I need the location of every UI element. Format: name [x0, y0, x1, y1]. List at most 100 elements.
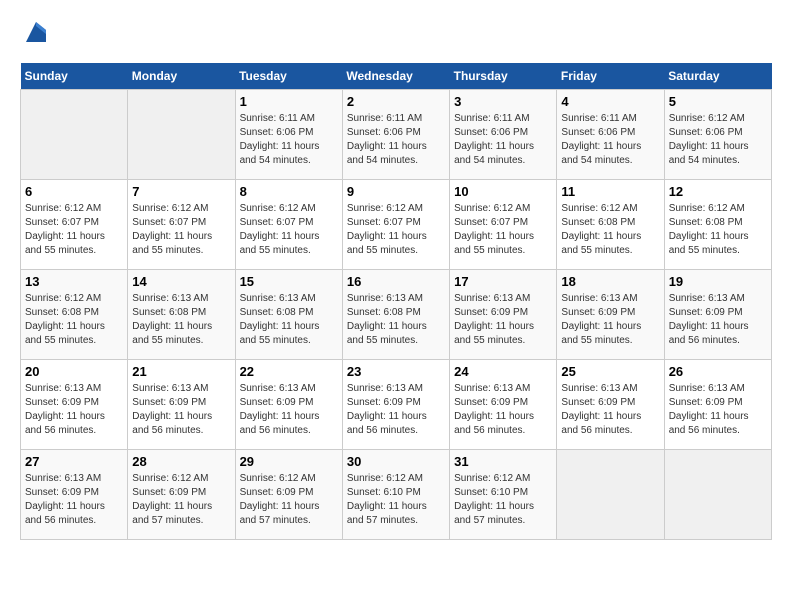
day-info: Sunrise: 6:12 AM Sunset: 6:08 PM Dayligh…	[669, 202, 767, 258]
day-info: Sunrise: 6:12 AM Sunset: 6:09 PM Dayligh…	[132, 472, 230, 528]
calendar-cell: 3 Sunrise: 6:11 AM Sunset: 6:06 PM Daylig…	[450, 90, 557, 180]
weekday-header-row: SundayMondayTuesdayWednesdayThursdayFrid…	[21, 63, 772, 90]
calendar-cell: 28 Sunrise: 6:12 AM Sunset: 6:09 PM Dayli…	[128, 450, 235, 540]
day-number: 29	[240, 454, 338, 469]
day-number: 2	[347, 94, 445, 109]
calendar-cell: 5 Sunrise: 6:12 AM Sunset: 6:06 PM Daylig…	[664, 90, 771, 180]
day-number: 22	[240, 364, 338, 379]
day-info: Sunrise: 6:13 AM Sunset: 6:09 PM Dayligh…	[561, 292, 659, 348]
calendar-cell: 9 Sunrise: 6:12 AM Sunset: 6:07 PM Daylig…	[342, 180, 449, 270]
day-info: Sunrise: 6:13 AM Sunset: 6:08 PM Dayligh…	[347, 292, 445, 348]
weekday-header-saturday: Saturday	[664, 63, 771, 90]
day-info: Sunrise: 6:11 AM Sunset: 6:06 PM Dayligh…	[454, 112, 552, 168]
calendar-cell: 18 Sunrise: 6:13 AM Sunset: 6:09 PM Dayli…	[557, 270, 664, 360]
calendar-cell	[557, 450, 664, 540]
day-info: Sunrise: 6:12 AM Sunset: 6:07 PM Dayligh…	[454, 202, 552, 258]
day-number: 1	[240, 94, 338, 109]
day-number: 4	[561, 94, 659, 109]
weekday-header-monday: Monday	[128, 63, 235, 90]
day-number: 3	[454, 94, 552, 109]
calendar-cell: 31 Sunrise: 6:12 AM Sunset: 6:10 PM Dayli…	[450, 450, 557, 540]
day-number: 13	[25, 274, 123, 289]
day-number: 31	[454, 454, 552, 469]
day-info: Sunrise: 6:13 AM Sunset: 6:08 PM Dayligh…	[240, 292, 338, 348]
day-number: 28	[132, 454, 230, 469]
calendar-week-row: 6 Sunrise: 6:12 AM Sunset: 6:07 PM Daylig…	[21, 180, 772, 270]
day-info: Sunrise: 6:12 AM Sunset: 6:09 PM Dayligh…	[240, 472, 338, 528]
day-number: 11	[561, 184, 659, 199]
day-info: Sunrise: 6:12 AM Sunset: 6:07 PM Dayligh…	[132, 202, 230, 258]
calendar-cell: 26Sunrise: 6:13 AM Sunset: 6:09 PM Dayli…	[664, 360, 771, 450]
calendar-cell: 4 Sunrise: 6:11 AM Sunset: 6:06 PM Daylig…	[557, 90, 664, 180]
weekday-header-wednesday: Wednesday	[342, 63, 449, 90]
day-info: Sunrise: 6:12 AM Sunset: 6:10 PM Dayligh…	[454, 472, 552, 528]
day-number: 23	[347, 364, 445, 379]
weekday-header-tuesday: Tuesday	[235, 63, 342, 90]
calendar-week-row: 27 Sunrise: 6:13 AM Sunset: 6:09 PM Dayli…	[21, 450, 772, 540]
calendar-cell: 14Sunrise: 6:13 AM Sunset: 6:08 PM Dayli…	[128, 270, 235, 360]
calendar-cell: 16 Sunrise: 6:13 AM Sunset: 6:08 PM Dayli…	[342, 270, 449, 360]
day-number: 17	[454, 274, 552, 289]
calendar-cell: 15Sunrise: 6:13 AM Sunset: 6:08 PM Dayli…	[235, 270, 342, 360]
calendar-cell: 20Sunrise: 6:13 AM Sunset: 6:09 PM Dayli…	[21, 360, 128, 450]
calendar-cell: 23 Sunrise: 6:13 AM Sunset: 6:09 PM Dayli…	[342, 360, 449, 450]
day-number: 30	[347, 454, 445, 469]
day-info: Sunrise: 6:13 AM Sunset: 6:09 PM Dayligh…	[132, 382, 230, 438]
day-info: Sunrise: 6:13 AM Sunset: 6:09 PM Dayligh…	[561, 382, 659, 438]
calendar-cell: 30Sunrise: 6:12 AM Sunset: 6:10 PM Dayli…	[342, 450, 449, 540]
calendar-cell: 2Sunrise: 6:11 AM Sunset: 6:06 PM Daylig…	[342, 90, 449, 180]
calendar-cell: 24 Sunrise: 6:13 AM Sunset: 6:09 PM Dayli…	[450, 360, 557, 450]
calendar-cell: 29 Sunrise: 6:12 AM Sunset: 6:09 PM Dayli…	[235, 450, 342, 540]
calendar-cell: 7 Sunrise: 6:12 AM Sunset: 6:07 PM Daylig…	[128, 180, 235, 270]
day-number: 24	[454, 364, 552, 379]
calendar-cell	[128, 90, 235, 180]
weekday-header-thursday: Thursday	[450, 63, 557, 90]
day-info: Sunrise: 6:13 AM Sunset: 6:09 PM Dayligh…	[347, 382, 445, 438]
calendar-cell: 12 Sunrise: 6:12 AM Sunset: 6:08 PM Dayli…	[664, 180, 771, 270]
calendar-cell: 10Sunrise: 6:12 AM Sunset: 6:07 PM Dayli…	[450, 180, 557, 270]
day-info: Sunrise: 6:12 AM Sunset: 6:06 PM Dayligh…	[669, 112, 767, 168]
day-info: Sunrise: 6:12 AM Sunset: 6:08 PM Dayligh…	[25, 292, 123, 348]
day-info: Sunrise: 6:13 AM Sunset: 6:09 PM Dayligh…	[454, 292, 552, 348]
calendar-cell: 6 Sunrise: 6:12 AM Sunset: 6:07 PM Daylig…	[21, 180, 128, 270]
calendar-cell: 19Sunrise: 6:13 AM Sunset: 6:09 PM Dayli…	[664, 270, 771, 360]
logo	[20, 20, 50, 53]
calendar-cell: 8Sunrise: 6:12 AM Sunset: 6:07 PM Daylig…	[235, 180, 342, 270]
calendar-cell: 1 Sunrise: 6:11 AM Sunset: 6:06 PM Daylig…	[235, 90, 342, 180]
day-info: Sunrise: 6:13 AM Sunset: 6:09 PM Dayligh…	[454, 382, 552, 438]
calendar-cell: 13 Sunrise: 6:12 AM Sunset: 6:08 PM Dayli…	[21, 270, 128, 360]
day-info: Sunrise: 6:13 AM Sunset: 6:09 PM Dayligh…	[669, 382, 767, 438]
calendar-table: SundayMondayTuesdayWednesdayThursdayFrid…	[20, 63, 772, 540]
day-number: 9	[347, 184, 445, 199]
calendar-cell: 22Sunrise: 6:13 AM Sunset: 6:09 PM Dayli…	[235, 360, 342, 450]
day-number: 25	[561, 364, 659, 379]
calendar-week-row: 1 Sunrise: 6:11 AM Sunset: 6:06 PM Daylig…	[21, 90, 772, 180]
calendar-week-row: 20 Sunrise: 6:13 AM Sunset: 6:09 PM Dayli…	[21, 360, 772, 450]
calendar-cell: 21 Sunrise: 6:13 AM Sunset: 6:09 PM Dayli…	[128, 360, 235, 450]
day-number: 5	[669, 94, 767, 109]
day-number: 16	[347, 274, 445, 289]
day-number: 21	[132, 364, 230, 379]
day-number: 8	[240, 184, 338, 199]
day-number: 20	[25, 364, 123, 379]
logo-icon	[20, 35, 50, 52]
day-info: Sunrise: 6:11 AM Sunset: 6:06 PM Dayligh…	[240, 112, 338, 168]
day-info: Sunrise: 6:12 AM Sunset: 6:07 PM Dayligh…	[25, 202, 123, 258]
day-number: 7	[132, 184, 230, 199]
day-number: 27	[25, 454, 123, 469]
calendar-cell: 17 Sunrise: 6:13 AM Sunset: 6:09 PM Dayli…	[450, 270, 557, 360]
weekday-header-friday: Friday	[557, 63, 664, 90]
day-info: Sunrise: 6:11 AM Sunset: 6:06 PM Dayligh…	[561, 112, 659, 168]
calendar-cell: 11Sunrise: 6:12 AM Sunset: 6:08 PM Dayli…	[557, 180, 664, 270]
day-number: 12	[669, 184, 767, 199]
day-info: Sunrise: 6:13 AM Sunset: 6:09 PM Dayligh…	[25, 472, 123, 528]
day-number: 18	[561, 274, 659, 289]
calendar-cell: 27 Sunrise: 6:13 AM Sunset: 6:09 PM Dayli…	[21, 450, 128, 540]
weekday-header-sunday: Sunday	[21, 63, 128, 90]
calendar-cell: 25 Sunrise: 6:13 AM Sunset: 6:09 PM Dayli…	[557, 360, 664, 450]
day-info: Sunrise: 6:13 AM Sunset: 6:08 PM Dayligh…	[132, 292, 230, 348]
day-info: Sunrise: 6:12 AM Sunset: 6:07 PM Dayligh…	[347, 202, 445, 258]
page-header	[20, 20, 772, 53]
day-number: 6	[25, 184, 123, 199]
calendar-cell	[664, 450, 771, 540]
